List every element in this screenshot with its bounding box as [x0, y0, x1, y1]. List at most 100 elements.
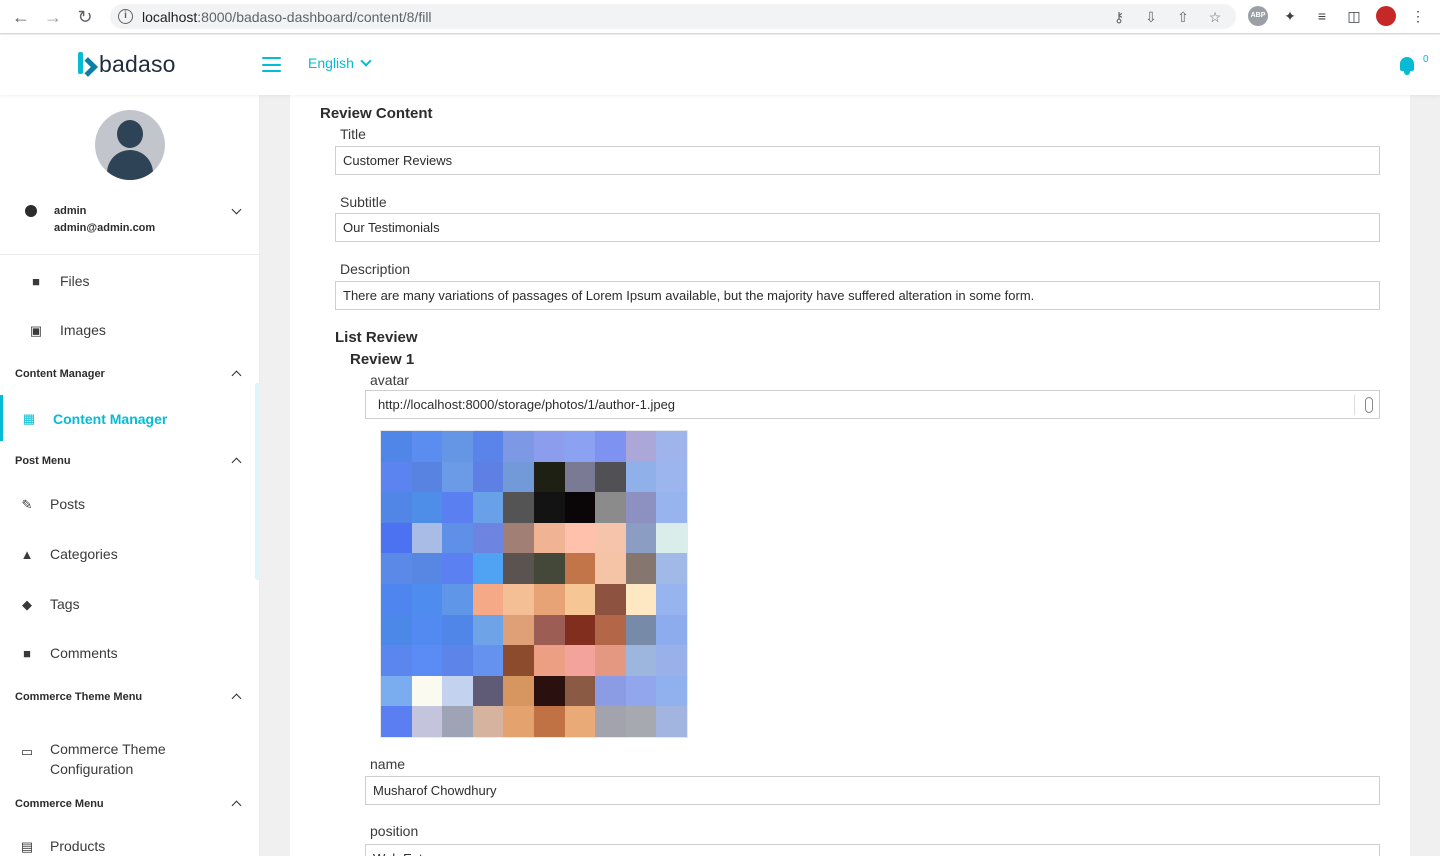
preview-pixel	[595, 645, 626, 676]
preview-pixel	[442, 461, 473, 493]
preview-pixel	[381, 553, 412, 584]
name-label: name	[370, 756, 406, 772]
reload-icon[interactable]: ↻	[74, 6, 96, 28]
app-header: badaso English 0	[0, 35, 1440, 95]
description-label: Description	[340, 261, 411, 277]
preview-pixel	[534, 522, 565, 554]
preview-pixel	[625, 522, 657, 554]
category-icon: ▲	[20, 547, 34, 562]
position-field[interactable]: Web Entrepreneur	[365, 844, 1380, 856]
bookmark-star-icon[interactable]: ☆	[1206, 8, 1224, 26]
description-field[interactable]: There are many variations of passages of…	[335, 281, 1380, 310]
preview-pixel	[625, 706, 657, 737]
sidebar-item-tags[interactable]: ◆ Tags	[0, 585, 259, 625]
back-arrow-icon[interactable]: ←	[10, 6, 32, 28]
name-field[interactable]: Musharof Chowdhury	[365, 776, 1380, 805]
section-commerce-menu[interactable]: Commerce Menu	[15, 798, 245, 818]
forward-arrow-icon[interactable]: →	[42, 6, 64, 28]
title-field[interactable]: Customer Reviews	[335, 146, 1380, 175]
section-content-manager[interactable]: Content Manager	[15, 368, 245, 388]
preview-pixel	[656, 614, 687, 646]
preview-pixel	[564, 675, 596, 707]
user-menu[interactable]: admin admin@admin.com	[0, 199, 259, 255]
preview-pixel	[595, 492, 626, 523]
section-post-menu[interactable]: Post Menu	[15, 455, 245, 475]
share-icon[interactable]: ⇧	[1174, 8, 1192, 26]
subtitle-field[interactable]: Our Testimonials	[335, 213, 1380, 242]
preview-pixel	[595, 553, 626, 584]
preview-pixel	[595, 431, 626, 462]
badaso-logo[interactable]: badaso	[78, 51, 176, 78]
sidebar-item-content-manager[interactable]: ▦ Content Manager	[0, 395, 259, 441]
preview-pixel	[625, 614, 657, 646]
images-icon: ▣	[29, 323, 43, 338]
preview-pixel	[472, 614, 504, 646]
key-icon[interactable]: ⚷	[1110, 8, 1128, 26]
preview-pixel	[411, 431, 443, 462]
preview-pixel	[625, 675, 657, 707]
sidebar-scrollbar[interactable]	[255, 383, 260, 580]
address-bar[interactable]: i localhost:8000/badaso-dashboard/conten…	[110, 4, 1236, 29]
install-icon[interactable]: ⇩	[1142, 8, 1160, 26]
preview-pixel	[503, 645, 534, 676]
position-label: position	[370, 823, 419, 839]
preview-pixel	[625, 461, 657, 493]
hamburger-menu-icon[interactable]	[262, 57, 281, 72]
menu-dots-icon[interactable]: ⋮	[1408, 6, 1428, 26]
preview-pixel	[381, 614, 412, 646]
extensions-puzzle-icon[interactable]: ✦	[1280, 6, 1300, 26]
sidebar-item-products[interactable]: ▤ Products	[0, 827, 259, 856]
preview-pixel	[564, 706, 596, 737]
preview-pixel	[564, 431, 596, 462]
preview-pixel	[656, 584, 687, 615]
attachment-icon[interactable]	[1365, 397, 1373, 413]
section-commerce-theme-menu[interactable]: Commerce Theme Menu	[15, 691, 245, 711]
list-review-title: List Review	[335, 329, 418, 346]
account-circle-icon	[25, 205, 37, 217]
preview-pixel	[534, 584, 565, 615]
preview-pixel	[656, 461, 687, 493]
preview-pixel	[442, 645, 473, 676]
preview-pixel	[472, 492, 504, 523]
adblock-icon[interactable]: ABP	[1248, 6, 1268, 26]
preview-pixel	[595, 675, 626, 707]
browser-toolbar: ← → ↻ i localhost:8000/badaso-dashboard/…	[0, 0, 1440, 34]
preview-pixel	[381, 706, 412, 737]
preview-pixel	[534, 461, 565, 493]
preview-pixel	[472, 706, 504, 737]
sidebar-item-posts[interactable]: ✎ Posts	[0, 485, 259, 525]
preview-pixel	[656, 553, 687, 584]
site-info-icon[interactable]: i	[118, 9, 133, 24]
preview-pixel	[625, 492, 657, 523]
subtitle-label: Subtitle	[340, 194, 387, 210]
sidebar-item-commerce-theme-configuration[interactable]: ▭ Commerce Theme Configuration	[0, 733, 259, 777]
sidebar-item-comments[interactable]: ■ Comments	[0, 634, 259, 674]
sidebar-item-label: Categories	[50, 546, 118, 562]
preview-pixel	[381, 645, 412, 676]
preview-pixel	[503, 522, 534, 554]
preview-pixel	[442, 614, 473, 646]
archive-icon: ▤	[20, 839, 34, 854]
media-queue-icon[interactable]: ≡	[1312, 6, 1332, 26]
side-panel-icon[interactable]: ◫	[1344, 6, 1364, 26]
sidebar-item-images[interactable]: ▣ Images	[0, 311, 259, 351]
notification-bell-icon[interactable]	[1398, 55, 1416, 75]
avatar-url-field[interactable]: http://localhost:8000/storage/photos/1/a…	[365, 390, 1380, 419]
profile-avatar-icon[interactable]	[1376, 6, 1396, 26]
url-text: localhost:8000/badaso-dashboard/content/…	[142, 9, 432, 25]
preview-pixel	[564, 492, 596, 523]
avatar-preview-image	[380, 430, 688, 738]
sidebar-item-files[interactable]: ■ Files	[0, 262, 259, 302]
preview-pixel	[564, 614, 596, 646]
user-email: admin@admin.com	[54, 222, 156, 234]
preview-pixel	[503, 706, 534, 737]
preview-pixel	[472, 431, 504, 462]
url-path: :8000/badaso-dashboard/content/8/fill	[197, 9, 432, 25]
preview-pixel	[564, 522, 596, 554]
preview-pixel	[534, 675, 565, 707]
sidebar-item-categories[interactable]: ▲ Categories	[0, 535, 259, 575]
preview-pixel	[411, 553, 443, 584]
preview-pixel	[472, 553, 504, 584]
preview-pixel	[472, 584, 504, 615]
language-selector[interactable]: English	[308, 55, 372, 71]
